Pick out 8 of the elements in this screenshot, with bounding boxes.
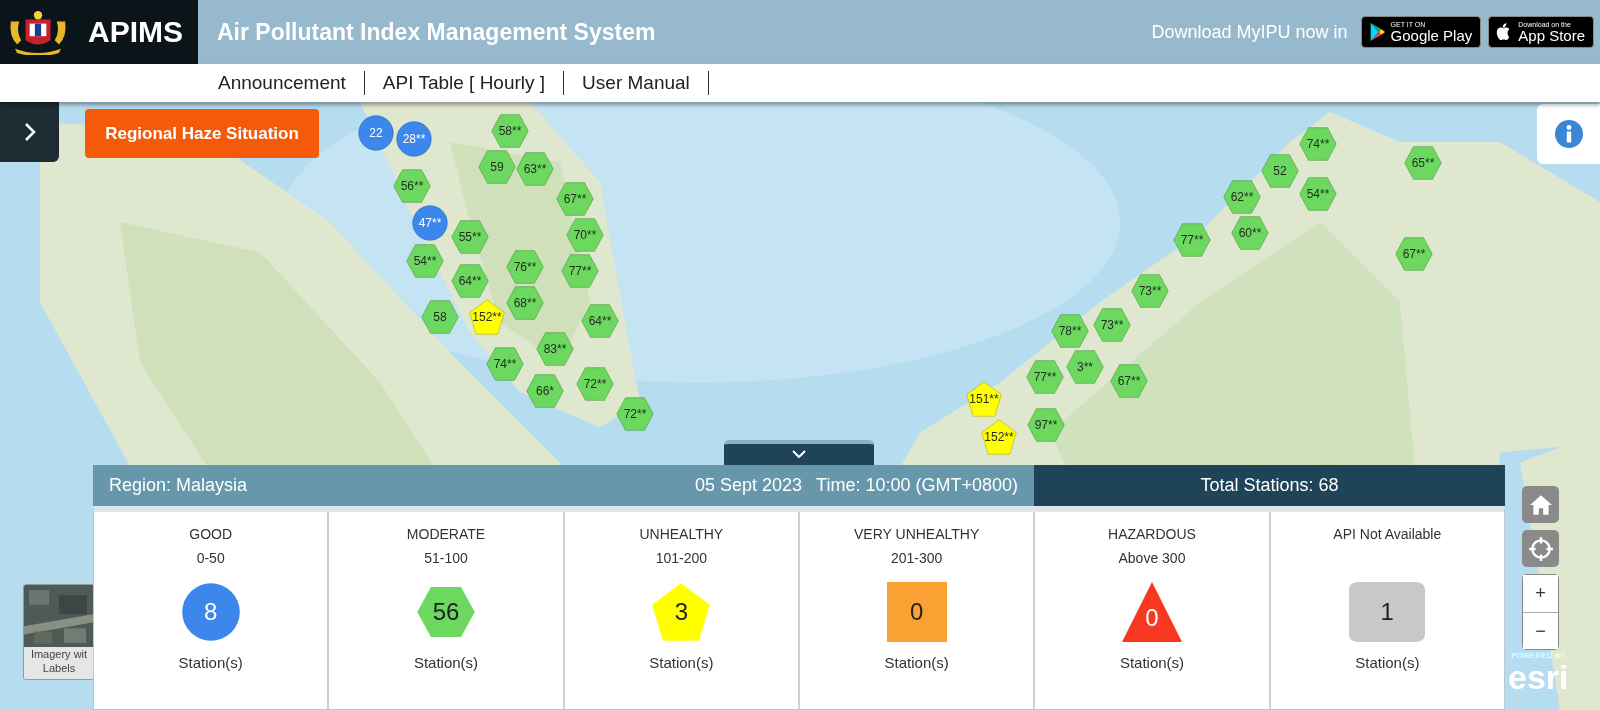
badge-store-name: App Store bbox=[1518, 28, 1585, 43]
badge-store-name: Google Play bbox=[1390, 28, 1473, 43]
logo-text: APIMS bbox=[88, 15, 183, 49]
app-title: Air Pollutant Index Management System bbox=[217, 18, 657, 46]
nav-link[interactable]: Announcement bbox=[200, 71, 365, 95]
download-text: Download MyIPU now in bbox=[1151, 21, 1348, 43]
nav-link[interactable]: User Manual bbox=[564, 71, 709, 95]
nav-link[interactable]: API Table [ Hourly ] bbox=[364, 71, 565, 95]
